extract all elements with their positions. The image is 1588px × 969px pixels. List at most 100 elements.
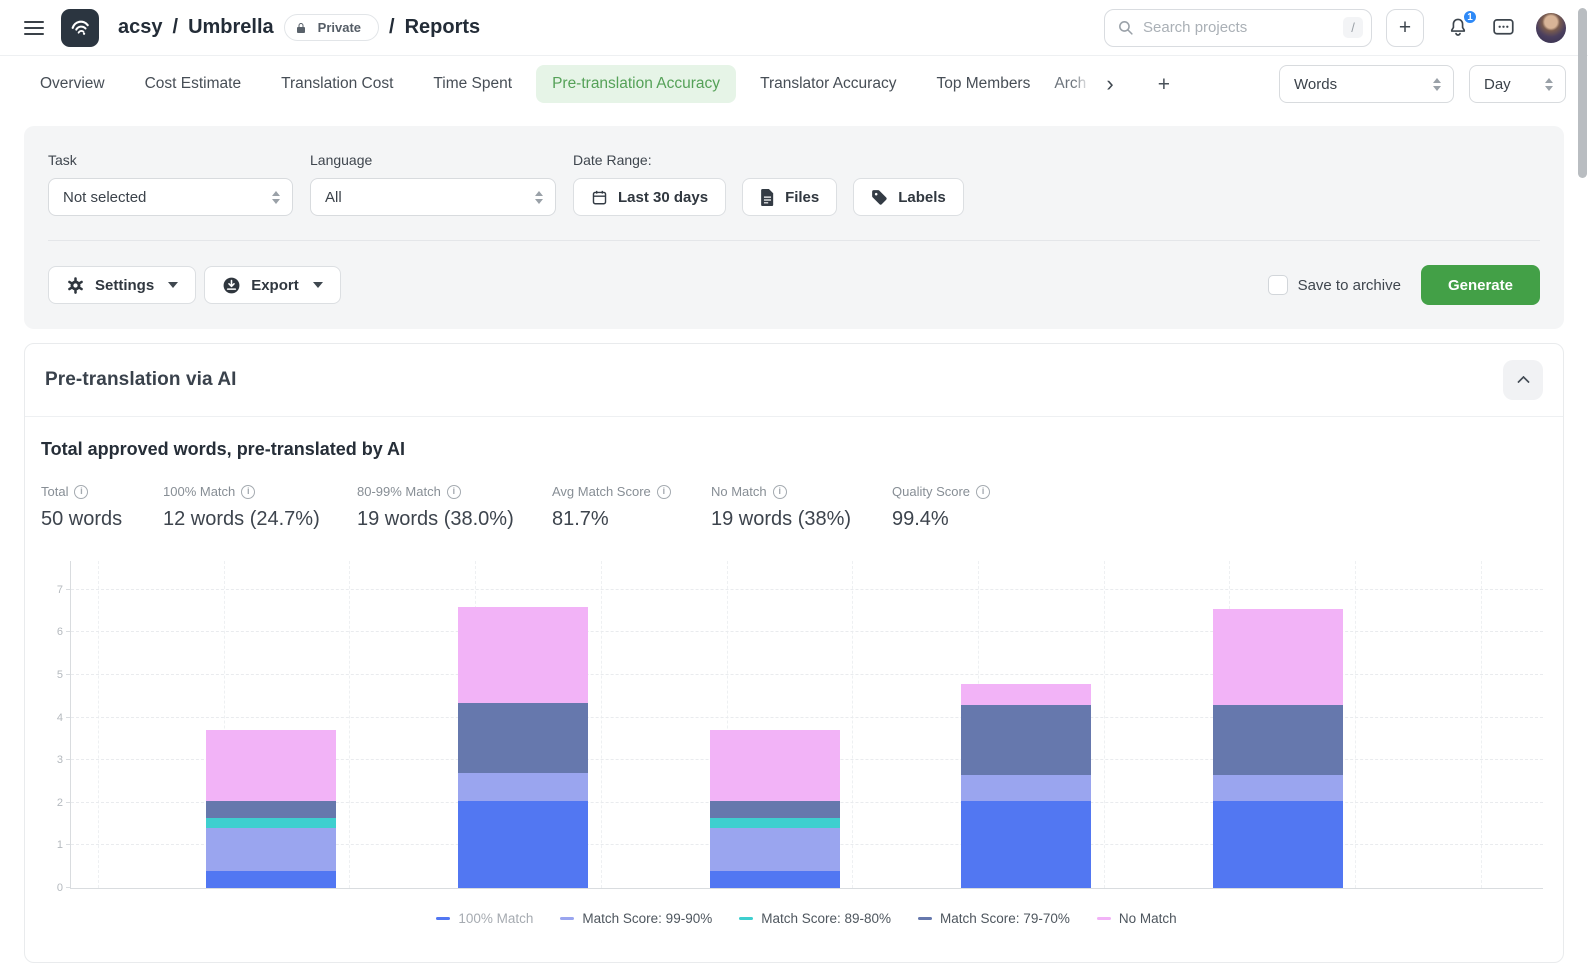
stat-80-99-match: 80-99% Matchi19 words (38.0%)	[357, 484, 552, 531]
date-range-label: Date Range:	[573, 152, 964, 168]
tab-translation-cost[interactable]: Translation Cost	[265, 65, 409, 103]
stats-row: Totali50 words100% Matchi12 words (24.7%…	[41, 484, 1543, 531]
info-icon[interactable]: i	[976, 485, 990, 499]
stat-value: 50 words	[41, 508, 163, 531]
legend-item-no-match[interactable]: No Match	[1097, 911, 1177, 926]
download-circle-icon	[222, 276, 241, 295]
tab-top-members[interactable]: Top Members	[920, 65, 1046, 103]
info-icon[interactable]: i	[773, 485, 787, 499]
legend-label: 100% Match	[458, 911, 533, 926]
user-avatar[interactable]	[1536, 13, 1566, 43]
gridline-vertical	[1481, 561, 1482, 888]
search-input[interactable]	[1143, 19, 1334, 36]
report-filter-panel: Task Not selected Language All Date Rang…	[24, 126, 1564, 329]
messages-button[interactable]	[1492, 17, 1515, 38]
breadcrumb-project[interactable]: Umbrella	[188, 16, 274, 39]
period-select[interactable]: Day	[1469, 65, 1566, 103]
select-arrows-icon	[1545, 78, 1553, 91]
tabs-scroll-right-icon[interactable]: ›	[1100, 73, 1119, 95]
stat-avg-match-score: Avg Match Scorei81.7%	[552, 484, 711, 531]
info-icon[interactable]: i	[74, 485, 88, 499]
caret-down-icon	[168, 282, 178, 288]
gridline-vertical	[1355, 561, 1356, 888]
y-axis-tick	[66, 717, 71, 718]
legend-color-dash	[1097, 917, 1111, 920]
panel-divider	[48, 240, 1540, 241]
task-select[interactable]: Not selected	[48, 178, 293, 216]
stat-value: 81.7%	[552, 508, 711, 531]
caret-down-icon	[313, 282, 323, 288]
select-arrows-icon	[272, 191, 280, 204]
stacked-bar-chart: 01234567 100% MatchMatch Score: 99-90%Ma…	[70, 561, 1543, 926]
language-label: Language	[310, 152, 556, 168]
search-box[interactable]: /	[1104, 9, 1372, 47]
tab-overview[interactable]: Overview	[24, 65, 121, 103]
language-select[interactable]: All	[310, 178, 556, 216]
bar-segment-100-match-bar3	[710, 871, 840, 888]
files-filter-button[interactable]: Files	[742, 178, 837, 216]
legend-item-match-score-79-70[interactable]: Match Score: 79-70%	[918, 911, 1070, 926]
bar-segment-match-score-89-80-bar3	[710, 818, 840, 829]
app-logo[interactable]	[61, 9, 99, 47]
create-project-button[interactable]: +	[1386, 9, 1424, 47]
notifications-button[interactable]: 1	[1447, 16, 1469, 39]
stat-value: 12 words (24.7%)	[163, 508, 357, 531]
logo-swirl-icon	[67, 15, 93, 41]
info-icon[interactable]: i	[447, 485, 461, 499]
collapse-section-button[interactable]	[1503, 360, 1543, 400]
stat-total: Totali50 words	[41, 484, 163, 531]
calendar-icon	[591, 189, 608, 206]
export-button[interactable]: Export	[204, 266, 341, 304]
file-icon	[760, 189, 775, 206]
hamburger-menu-icon[interactable]	[24, 17, 44, 39]
generate-button[interactable]: Generate	[1421, 265, 1540, 305]
chat-icon	[1492, 17, 1515, 38]
tab-cost-estimate[interactable]: Cost Estimate	[129, 65, 257, 103]
language-select-value: All	[325, 189, 342, 206]
bar-segment-match-score-79-70-bar5	[1213, 705, 1343, 775]
y-axis-tick-label: 3	[35, 754, 63, 766]
breadcrumb-org[interactable]: acsy	[118, 16, 163, 39]
date-range-button[interactable]: Last 30 days	[573, 178, 726, 216]
breadcrumb-section[interactable]: Reports	[405, 16, 481, 39]
task-filter-group: Task Not selected	[48, 152, 293, 216]
unit-select-value: Words	[1294, 76, 1337, 93]
page-scrollbar-thumb[interactable]	[1578, 8, 1587, 178]
gridline-vertical	[98, 561, 99, 888]
lock-icon	[295, 22, 307, 34]
legend-item-match-score-99-90[interactable]: Match Score: 99-90%	[560, 911, 712, 926]
info-icon[interactable]: i	[657, 485, 671, 499]
add-tab-button[interactable]: +	[1152, 74, 1176, 95]
settings-button[interactable]: Settings	[48, 266, 196, 304]
legend-item-match-score-89-80[interactable]: Match Score: 89-80%	[739, 911, 891, 926]
date-range-group: Date Range: Last 30 days Files Labels	[573, 152, 964, 216]
legend-label: No Match	[1119, 911, 1177, 926]
bar-segment-no-match-bar3	[710, 730, 840, 800]
legend-color-dash	[739, 917, 753, 920]
stat-100-match: 100% Match i 12 words (24.7%)	[163, 484, 357, 531]
bar-segment-match-score-79-70-bar1	[206, 801, 336, 818]
unit-select[interactable]: Words	[1279, 65, 1454, 103]
y-axis-tick	[66, 802, 71, 803]
y-axis-tick	[66, 844, 71, 845]
notifications-count-badge: 1	[1462, 9, 1478, 25]
tab-pre-translation-accuracy[interactable]: Pre-translation Accuracy	[536, 65, 736, 103]
tabs: OverviewCost EstimateTranslation CostTim…	[24, 65, 1054, 103]
legend-label: Match Score: 89-80%	[761, 911, 891, 926]
stat-no-match: No Matchi19 words (38%)	[711, 484, 892, 531]
stat-value: 19 words (38.0%)	[357, 508, 552, 531]
bar-segment-match-score-99-90-bar4	[961, 775, 1091, 801]
chart-legend: 100% Match Match Score: 99-90% Match Score…	[70, 911, 1543, 926]
labels-filter-button[interactable]: Labels	[853, 178, 964, 216]
tab-translator-accuracy[interactable]: Translator Accuracy	[744, 65, 912, 103]
stat-label: 100% Match	[163, 484, 235, 499]
y-axis-tick-label: 7	[35, 584, 63, 596]
tab-time-spent[interactable]: Time Spent	[417, 65, 528, 103]
save-to-archive-checkbox[interactable]	[1268, 275, 1288, 295]
tab-archive-truncated[interactable]: Arch	[1054, 75, 1090, 93]
bar-segment-match-score-89-80-bar1	[206, 818, 336, 829]
info-icon[interactable]: i	[241, 485, 255, 499]
privacy-badge-label: Private	[318, 20, 361, 35]
legend-item-100-match[interactable]: 100% Match	[436, 911, 533, 926]
gridline-horizontal	[71, 589, 1543, 590]
